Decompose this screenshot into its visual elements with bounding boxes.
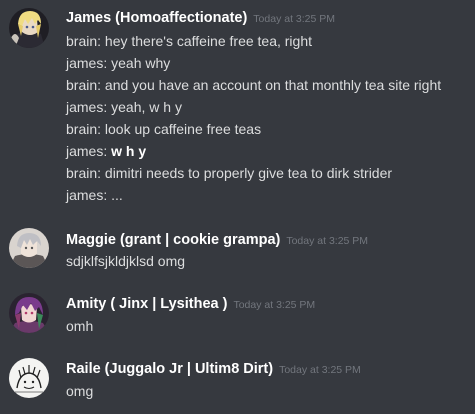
message-line: james: yeah why: [66, 55, 171, 71]
sketch-drawing-avatar-icon: [9, 358, 49, 398]
message-header: Raile (Juggalo Jr | Ultim8 Dirt) Today at…: [66, 360, 361, 379]
message-line: brain: and you have an account on that m…: [66, 77, 442, 93]
message-text: james:: [66, 143, 112, 159]
chat-message-list: James (Homoaffectionate) Today at 3:25 PM…: [0, 0, 475, 414]
username[interactable]: Maggie (grant | cookie grampa): [66, 232, 280, 248]
username[interactable]: Amity ( Jinx | Lysithea ): [66, 296, 227, 312]
message-header: Maggie (grant | cookie grampa) Today at 3…: [66, 231, 368, 250]
username[interactable]: James (Homoaffectionate): [66, 10, 247, 26]
avatar[interactable]: [9, 358, 49, 398]
purple-haired-character-avatar-icon: [9, 293, 49, 333]
message-line: james: yeah, w h y: [66, 99, 182, 115]
timestamp: Today at 3:25 PM: [279, 364, 361, 376]
avatar[interactable]: [9, 228, 49, 268]
message-header: Amity ( Jinx | Lysithea ) Today at 3:25 P…: [66, 295, 315, 314]
message-line: sdjklfsjkldjklsd omg: [66, 253, 186, 269]
username[interactable]: Raile (Juggalo Jr | Ultim8 Dirt): [66, 361, 273, 377]
message-line: brain: dimitri needs to properly give te…: [66, 165, 393, 181]
timestamp: Today at 3:25 PM: [253, 13, 336, 25]
message-line: brain: look up caffeine free teas: [66, 121, 262, 137]
message-line: james: ...: [66, 187, 123, 203]
message-line: james: w h y: [66, 142, 146, 160]
message-header: James (Homoaffectionate) Today at 3:25 PM: [66, 9, 335, 28]
timestamp: Today at 3:25 PM: [233, 299, 316, 311]
timestamp: Today at 3:25 PM: [286, 235, 369, 247]
silver-haired-character-avatar-icon: [9, 228, 49, 268]
avatar[interactable]: [9, 293, 49, 333]
bold-text: w h y: [111, 143, 147, 159]
blonde-anime-character-avatar-icon: [9, 8, 49, 48]
message-line: omh: [66, 318, 94, 334]
message-line: omg: [66, 383, 94, 399]
avatar[interactable]: [9, 8, 49, 48]
message-line: brain: hey there's caffeine free tea, ri…: [66, 33, 313, 49]
